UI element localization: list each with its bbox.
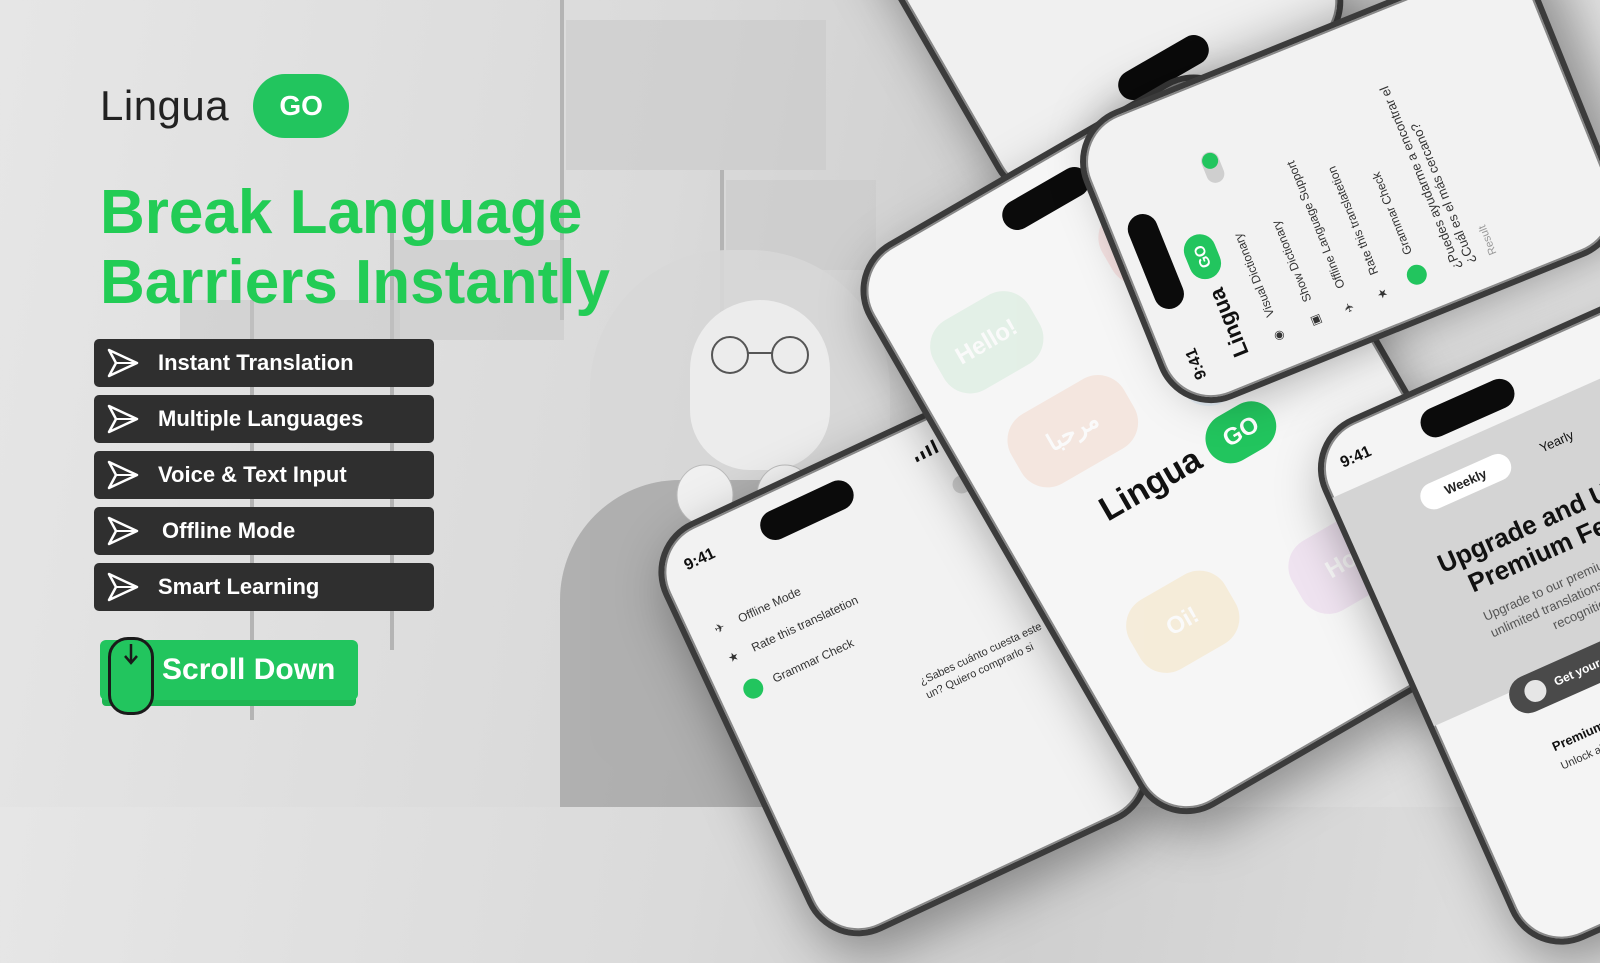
status-time: 9:41 (681, 545, 718, 575)
status-time: 9:41 (1337, 442, 1374, 472)
phone-mockups: 9:41 ✈ Offline Mode ★ Rate this translat… (0, 0, 1600, 963)
check-icon (740, 675, 767, 702)
menu-label: Grammar Check (770, 635, 856, 686)
menu-item-offline-support[interactable]: ✈ Offline Language Support (1284, 159, 1358, 315)
airplane-icon: ✈ (712, 619, 728, 637)
app-brand-name: Lingua (1203, 284, 1254, 361)
result-label: Result (1476, 223, 1500, 257)
speech-bubble: Oi! (1115, 559, 1251, 684)
text-line: ¿Puedes ayudarme a encontrar el (1376, 84, 1465, 272)
check-icon (1403, 261, 1430, 288)
star-icon: ★ (1373, 285, 1391, 302)
menu-label: Offline Mode (735, 584, 804, 626)
status-time: 9:41 (1182, 345, 1211, 382)
app-brand-badge: GO (1178, 229, 1226, 284)
crown-icon (1520, 676, 1550, 706)
airplane-icon: ✈ (1340, 300, 1358, 315)
menu-label: Show Dictionary (1268, 218, 1315, 305)
phone-notch (1123, 209, 1189, 314)
menu-label: Grammar Check (1369, 170, 1416, 257)
book-icon: ▣ (1306, 312, 1325, 329)
eye-icon: ◉ (1270, 328, 1288, 344)
phone-notch (755, 475, 859, 545)
translation-text: ¿Puedes ayudarme a encontrar el ¿Cuál es… (1377, 79, 1478, 272)
speech-bubble: Hello! (919, 280, 1055, 405)
star-icon: ★ (725, 648, 742, 666)
translation-text: ¿Sabes cuánto cuesta este un? Quiero com… (917, 620, 1051, 704)
feature-toggle[interactable] (1198, 149, 1228, 186)
